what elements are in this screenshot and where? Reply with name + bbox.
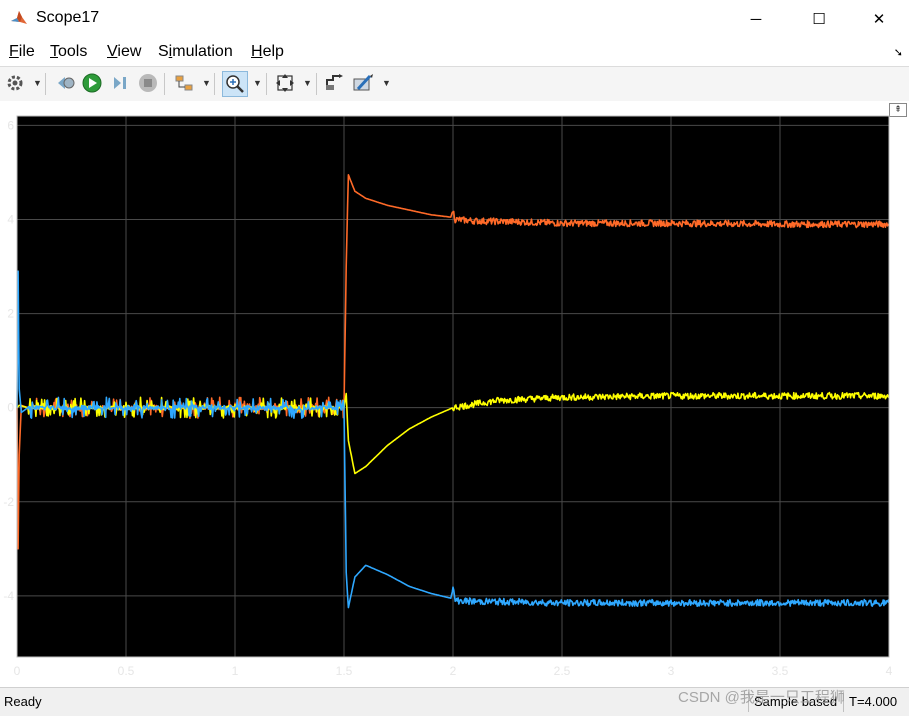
menu-tools[interactable]: Tools (50, 43, 87, 61)
menu-bar: File Tools View Simulation Help ➘ (0, 38, 909, 66)
minimize-button[interactable]: ─ (733, 0, 779, 38)
x-tick-label: 2 (450, 664, 457, 678)
menu-view[interactable]: View (107, 43, 141, 61)
step-back-icon[interactable] (54, 72, 76, 94)
y-tick-label: -4 (3, 589, 14, 603)
gear-dropdown-icon[interactable]: ▼ (33, 78, 42, 88)
y-tick-label: 4 (7, 212, 14, 226)
fit-view-icon[interactable] (274, 72, 296, 94)
x-tick-label: 3 (668, 664, 675, 678)
matlab-logo-icon (11, 11, 27, 24)
toolbar: ▼ ▼ ▼ ▼ ▼ (0, 66, 909, 102)
x-tick-label: 0 (14, 664, 21, 678)
y-tick-label: -2 (3, 495, 14, 509)
cursor-measure-icon[interactable] (323, 72, 345, 94)
maximize-button[interactable]: ☐ (796, 0, 842, 38)
menu-file[interactable]: File (9, 43, 35, 61)
signal-dropdown-icon[interactable]: ▼ (202, 78, 211, 88)
menu-help[interactable]: Help (251, 43, 284, 61)
y-tick-label: 6 (7, 118, 14, 132)
y-tick-label: 2 (7, 307, 14, 321)
status-time: T=4.000 (849, 694, 898, 709)
x-tick-label: 3.5 (772, 664, 789, 678)
fit-dropdown-icon[interactable]: ▼ (303, 78, 312, 88)
zoom-dropdown-icon[interactable]: ▼ (253, 78, 262, 88)
scope-plot[interactable]: 0 0.5 1 1.5 2 2.5 3 3.5 4 6 4 2 0 -2 -4 (0, 101, 909, 687)
stop-icon[interactable] (137, 72, 159, 94)
run-icon[interactable] (81, 72, 103, 94)
minimize-icon: ─ (750, 10, 762, 28)
window-title: Scope17 (36, 9, 100, 26)
close-button[interactable]: ✕ (856, 0, 902, 38)
close-icon: ✕ (872, 11, 886, 28)
signal-select-icon[interactable] (173, 72, 195, 94)
watermark: CSDN @我是一只工程狮 (678, 689, 845, 706)
step-forward-icon[interactable] (109, 72, 131, 94)
x-tick-label: 0.5 (118, 664, 135, 678)
x-tick-label: 4 (886, 664, 893, 678)
title-bar: Scope17 ─ ☐ ✕ (0, 0, 909, 38)
x-tick-label: 1 (232, 664, 239, 678)
x-tick-label: 1.5 (336, 664, 353, 678)
status-text: Ready (4, 694, 42, 709)
maximize-icon: ☐ (812, 11, 826, 28)
style-dropdown-icon[interactable]: ▼ (382, 78, 391, 88)
x-tick-label: 2.5 (554, 664, 571, 678)
menu-dock-arrow-icon[interactable]: ➘ (894, 46, 903, 59)
gear-icon[interactable] (4, 72, 26, 94)
style-icon[interactable] (352, 72, 374, 94)
zoom-icon[interactable] (222, 71, 248, 97)
menu-simulation[interactable]: Simulation (158, 43, 233, 61)
y-tick-label: 0 (7, 401, 14, 415)
